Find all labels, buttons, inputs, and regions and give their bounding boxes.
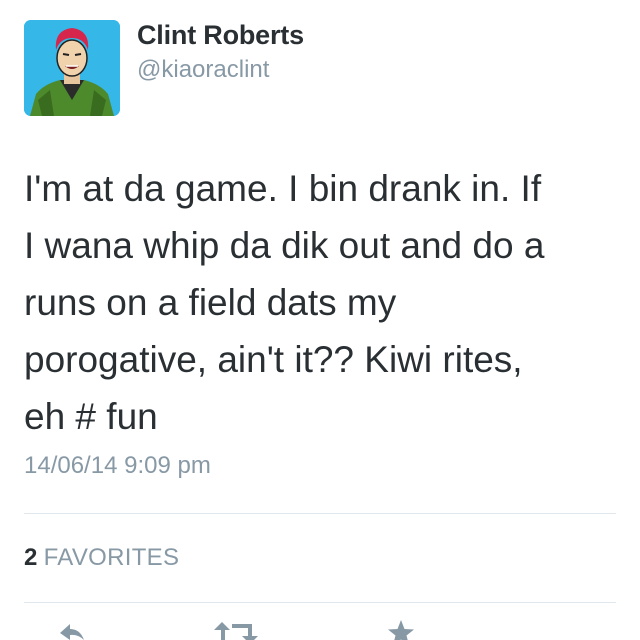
star-icon[interactable] — [386, 618, 416, 640]
display-name[interactable]: Clint Roberts — [137, 20, 304, 51]
divider — [24, 513, 616, 514]
divider — [24, 602, 616, 603]
avatar[interactable] — [24, 20, 120, 116]
reply-icon[interactable] — [56, 618, 86, 640]
retweet-icon[interactable] — [212, 618, 264, 640]
favorites-label: FAVORITES — [43, 544, 180, 571]
user-handle[interactable]: @kiaoraclint — [137, 56, 269, 84]
tweet-timestamp: 14/06/14 9:09 pm — [24, 452, 211, 479]
favorites-count: 2 — [24, 544, 38, 571]
favorites-stat[interactable]: 2 FAVORITES — [24, 544, 179, 572]
tweet-text: I'm at da game. I bin drank in. If I wan… — [24, 168, 545, 437]
profile-photo-icon — [24, 20, 120, 116]
